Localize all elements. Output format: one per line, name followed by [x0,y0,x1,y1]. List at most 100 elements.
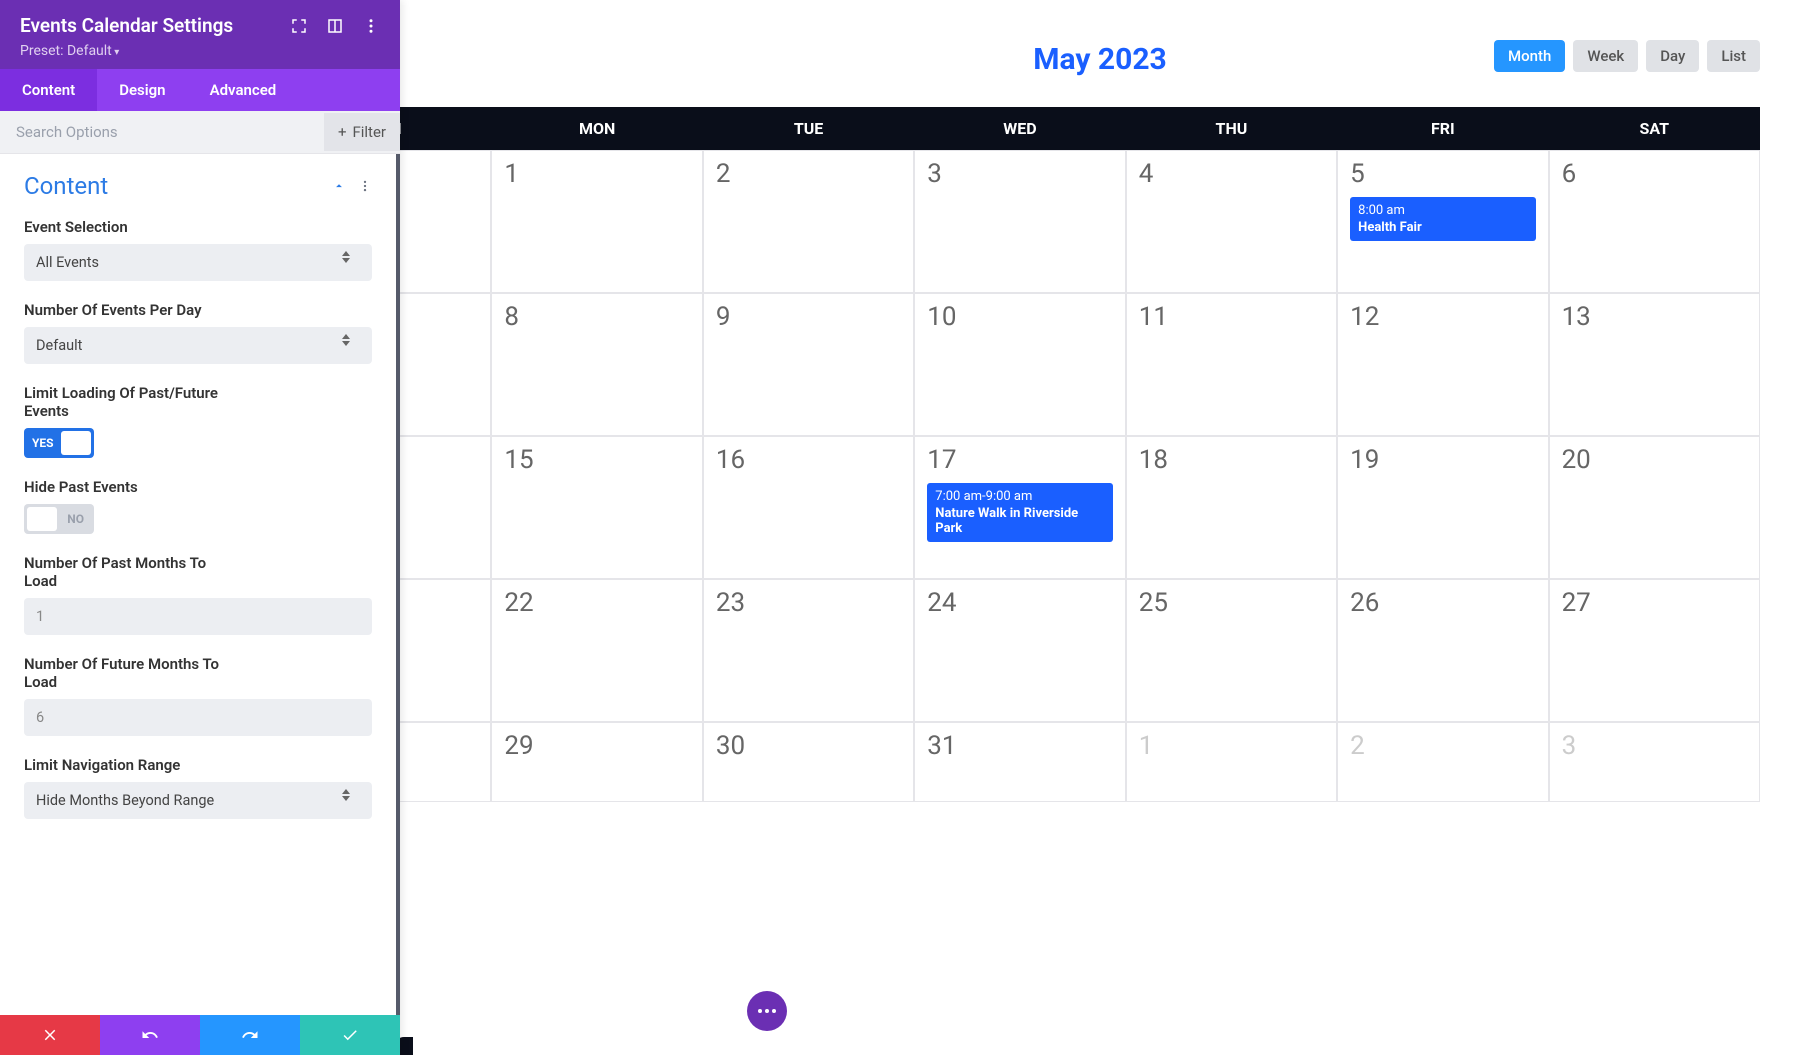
section-title: Content [24,172,108,200]
redo-button[interactable] [200,1015,300,1055]
calendar-cell[interactable]: 5 8:00 amHealth Fair [1337,150,1548,293]
date-number: 3 [927,159,1112,189]
view-list[interactable]: List [1707,40,1760,72]
save-button[interactable] [300,1015,400,1055]
date-number: 23 [716,588,901,618]
layout-icon[interactable] [326,17,344,35]
search-row: + Filter [0,111,400,154]
date-number: 17 [927,445,1112,475]
calendar-cell[interactable]: 8 [491,293,702,436]
view-month[interactable]: Month [1494,40,1565,72]
filter-button[interactable]: + Filter [324,113,400,151]
calendar-cell[interactable]: 2 [1337,722,1548,802]
limit-loading-label: Limit Loading Of Past/Future Events [24,384,234,420]
limit-loading-toggle[interactable]: YES [24,428,94,458]
day-header: SAT [1549,107,1760,150]
calendar-cell[interactable]: 3 [914,150,1125,293]
undo-button[interactable] [100,1015,200,1055]
chevron-up-icon[interactable] [332,179,346,193]
calendar-cell[interactable]: 20 [1549,436,1760,579]
calendar-cell[interactable]: 18 [1126,436,1337,579]
day-header: FRI [1337,107,1548,150]
events-per-day-label: Number Of Events Per Day [24,301,372,319]
calendar-cell[interactable]: 9 [703,293,914,436]
calendar-cell[interactable]: 13 [1549,293,1760,436]
event-selection-value: All Events [36,254,99,271]
past-months-label: Number Of Past Months To Load [24,554,224,590]
event-selection-label: Event Selection [24,218,372,236]
calendar-cell[interactable]: 25 [1126,579,1337,722]
date-number: 11 [1139,302,1324,332]
calendar-cell[interactable]: 2 [703,150,914,293]
view-week[interactable]: Week [1573,40,1638,72]
day-header: WED [914,107,1125,150]
calendar-cell[interactable]: 12 [1337,293,1548,436]
toggle-no-text: NO [67,512,84,526]
undo-icon [141,1026,159,1044]
limit-nav-value: Hide Months Beyond Range [36,792,214,809]
event-selection-select[interactable]: All Events [24,244,372,281]
search-input[interactable] [0,111,324,153]
calendar-cell[interactable]: 31 [914,722,1125,802]
calendar-cell[interactable]: 30 [703,722,914,802]
calendar-cell[interactable]: 26 [1337,579,1548,722]
calendar-cell[interactable]: 1 [1126,722,1337,802]
calendar-cell[interactable]: 24 [914,579,1125,722]
toggle-knob [61,431,91,455]
calendar-cell[interactable]: 19 [1337,436,1548,579]
date-number: 25 [1139,588,1324,618]
day-header: THU [1126,107,1337,150]
expand-icon[interactable] [290,17,308,35]
toggle-yes-text: YES [32,436,54,450]
date-number: 30 [716,731,901,761]
date-number: 4 [1139,159,1324,189]
calendar-cell[interactable]: 6 [1549,150,1760,293]
calendar-cell[interactable]: 16 [703,436,914,579]
date-number: 22 [504,588,689,618]
date-number: 5 [1350,159,1535,189]
more-vert-icon[interactable] [358,179,372,193]
calendar-cell[interactable]: 11 [1126,293,1337,436]
panel-title: Events Calendar Settings [20,14,233,37]
calendar-cell[interactable]: 23 [703,579,914,722]
calendar-cell[interactable]: 3 [1549,722,1760,802]
calendar-cell[interactable]: 22 [491,579,702,722]
close-icon [41,1026,59,1044]
calendar-cell[interactable]: 10 [914,293,1125,436]
date-number: 1 [504,159,689,189]
limit-nav-select[interactable]: Hide Months Beyond Range [24,782,372,819]
future-months-label: Number Of Future Months To Load [24,655,234,691]
hide-past-toggle[interactable]: NO [24,504,94,534]
calendar-cell[interactable]: 17 7:00 am-9:00 amNature Walk in Riversid… [914,436,1125,579]
calendar-cell[interactable]: 15 [491,436,702,579]
calendar-cell[interactable]: 29 [491,722,702,802]
redo-icon [241,1026,259,1044]
date-number: 10 [927,302,1112,332]
event-item[interactable]: 7:00 am-9:00 amNature Walk in Riverside … [927,483,1112,542]
event-item[interactable]: 8:00 amHealth Fair [1350,197,1535,241]
cancel-button[interactable] [0,1015,100,1055]
date-number: 29 [504,731,689,761]
tab-content[interactable]: Content [0,69,97,111]
future-months-input[interactable] [24,699,372,736]
tab-advanced[interactable]: Advanced [188,69,299,111]
date-number: 2 [716,159,901,189]
date-number: 3 [1562,731,1747,761]
date-number: 27 [1562,588,1747,618]
date-number: 19 [1350,445,1535,475]
calendar-cell[interactable]: 27 [1549,579,1760,722]
calendar-cell[interactable]: 4 [1126,150,1337,293]
calendar-cell[interactable]: 1 [491,150,702,293]
past-months-input[interactable] [24,598,372,635]
limit-nav-label: Limit Navigation Range [24,756,372,774]
settings-scroll[interactable]: Content Event Selection All Events Numbe… [0,154,400,1015]
calendar: May 2023 Month Week Day List SUNMONTUEWE… [400,0,1800,1055]
tab-design[interactable]: Design [97,69,187,111]
events-per-day-select[interactable]: Default [24,327,372,364]
more-vert-icon[interactable] [362,17,380,35]
fab-more-button[interactable] [747,991,787,1031]
preset-selector[interactable]: Preset: Default [20,43,380,59]
event-time: 7:00 am-9:00 am [935,489,1104,504]
date-number: 13 [1562,302,1747,332]
view-day[interactable]: Day [1646,40,1699,72]
